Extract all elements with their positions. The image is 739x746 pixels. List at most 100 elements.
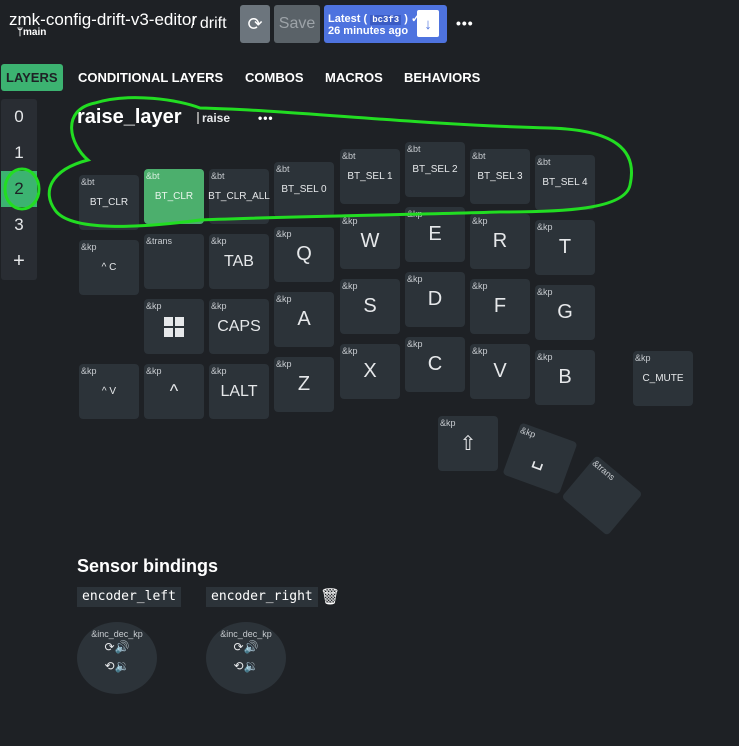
add-layer-button[interactable]: +	[1, 243, 37, 279]
tab-conditional-layers[interactable]: CONDITIONAL LAYERS	[78, 64, 223, 91]
key-param: CAPS	[217, 317, 261, 335]
key-param: C	[427, 353, 443, 375]
key-16[interactable]: &kp	[144, 299, 204, 354]
key-0[interactable]: &bt BT_CLR	[79, 175, 139, 230]
key-9[interactable]: &trans	[144, 234, 204, 289]
key-26[interactable]: &kp Z	[274, 357, 334, 412]
key-2[interactable]: &bt BT_CLR_ALL	[208, 169, 270, 224]
key-param: ⇧	[459, 433, 477, 455]
latest-build-label: Latest ( bc3f3 ) ✓	[328, 13, 421, 25]
key-14[interactable]: &kp R	[470, 214, 530, 269]
windows-logo-icon	[144, 299, 204, 354]
key-24[interactable]: &kp ^	[144, 364, 204, 419]
tab-combos[interactable]: COMBOS	[245, 64, 304, 91]
key-param: BT_SEL 3	[477, 171, 523, 182]
key-33[interactable]: &kp ␣	[502, 422, 578, 495]
key-param: BT_SEL 4	[542, 177, 588, 188]
branch-label[interactable]: ᛘmain	[17, 27, 46, 38]
key-param: ^ V	[101, 386, 117, 397]
key-18[interactable]: &kp A	[274, 292, 334, 347]
key-20[interactable]: &kp D	[405, 272, 465, 327]
key-param	[561, 455, 642, 536]
key-11[interactable]: &kp Q	[274, 227, 334, 282]
encoder-right-knob[interactable]: &inc_dec_kp ⟳🔊 ⟲🔉	[206, 622, 286, 694]
key-15[interactable]: &kp T	[535, 220, 595, 275]
key-param: ␣	[530, 446, 550, 472]
layer-item-0[interactable]: 0	[1, 99, 37, 135]
key-param: B	[558, 366, 572, 388]
key-8[interactable]: &kp ^ C	[79, 240, 139, 295]
key-param: G	[557, 301, 573, 323]
key-param: W	[360, 230, 380, 252]
layer-item-3[interactable]: 3	[1, 207, 37, 243]
key-17[interactable]: &kp CAPS	[209, 299, 269, 354]
key-6[interactable]: &bt BT_SEL 3	[470, 149, 530, 204]
key-param: F	[493, 295, 507, 317]
rotate-ccw-icon: ⟲🔉	[104, 659, 130, 673]
key-param: BT_SEL 1	[347, 171, 393, 182]
key-param: Z	[297, 373, 311, 395]
key-param: BT_CLR	[89, 197, 129, 208]
layer-menu-icon[interactable]: •••	[258, 111, 274, 125]
commit-hash: bc3f3	[370, 15, 402, 25]
key-3[interactable]: &bt BT_SEL 0	[274, 162, 334, 217]
tab-layers[interactable]: LAYERS	[1, 64, 63, 91]
latest-build-button[interactable]: Latest ( bc3f3 ) ✓ 26 minutes ago ↓	[324, 5, 447, 43]
key-10[interactable]: &kp TAB	[209, 234, 269, 289]
key-5[interactable]: &bt BT_SEL 2	[405, 142, 465, 197]
tab-macros[interactable]: MACROS	[325, 64, 383, 91]
key-23[interactable]: &kp ^ V	[79, 364, 139, 419]
key-param: Q	[296, 243, 312, 265]
encoder-left-knob[interactable]: &inc_dec_kp ⟳🔊 ⟲🔉	[77, 622, 157, 694]
refresh-button[interactable]: ⟳	[240, 5, 270, 43]
key-7[interactable]: &bt BT_SEL 4	[535, 155, 595, 210]
ellipsis-icon[interactable]: •••	[456, 15, 474, 31]
layer-name[interactable]: raise_layer	[77, 106, 182, 129]
key-27[interactable]: &kp X	[340, 344, 400, 399]
tab-behaviors[interactable]: BEHAVIORS	[404, 64, 480, 91]
key-13[interactable]: &kp E	[405, 207, 465, 262]
key-34[interactable]: &trans	[561, 455, 643, 536]
key-21[interactable]: &kp F	[470, 279, 530, 334]
key-22[interactable]: &kp G	[535, 285, 595, 340]
key-31[interactable]: &kp C_MUTE	[633, 351, 693, 406]
key-param: BT_CLR	[154, 191, 194, 202]
trash-icon[interactable]: 🗑	[320, 587, 340, 607]
key-12[interactable]: &kp W	[340, 214, 400, 269]
key-param: ^	[169, 381, 179, 401]
layer-label[interactable]: raise	[197, 111, 230, 125]
download-icon[interactable]: ↓	[417, 10, 439, 37]
rotate-ccw-icon: ⟲🔉	[233, 659, 259, 673]
latest-build-time: 26 minutes ago	[328, 25, 409, 37]
key-param: TAB	[224, 252, 254, 270]
key-32[interactable]: &kp ⇧	[438, 416, 498, 471]
keyboard-name: / drift	[191, 15, 227, 32]
key-param: R	[492, 230, 508, 252]
key-25[interactable]: &kp LALT	[209, 364, 269, 419]
encoder-right-binding: &inc_dec_kp	[220, 629, 272, 639]
key-19[interactable]: &kp S	[340, 279, 400, 334]
key-param: V	[493, 360, 507, 382]
key-29[interactable]: &kp V	[470, 344, 530, 399]
key-param: C_MUTE	[642, 373, 684, 384]
key-param: S	[363, 295, 377, 317]
key-4[interactable]: &bt BT_SEL 1	[340, 149, 400, 204]
rotate-cw-icon: ⟳🔊	[233, 640, 259, 654]
key-param: D	[427, 288, 443, 310]
key-28[interactable]: &kp C	[405, 337, 465, 392]
sensor-bindings-title: Sensor bindings	[77, 556, 219, 576]
key-30[interactable]: &kp B	[535, 350, 595, 405]
rotate-cw-icon: ⟳🔊	[104, 640, 130, 654]
save-button[interactable]: Save	[274, 5, 320, 43]
encoder-right-label: encoder_right	[206, 587, 318, 607]
key-param: LALT	[220, 382, 258, 400]
layer-item-2[interactable]: 2	[1, 171, 37, 207]
key-param: T	[558, 236, 572, 258]
layer-item-1[interactable]: 1	[1, 135, 37, 171]
key-param: BT_CLR_ALL	[208, 191, 270, 202]
key-param: E	[428, 223, 442, 245]
key-1[interactable]: &bt BT_CLR	[144, 169, 204, 224]
encoder-left-label: encoder_left	[77, 587, 181, 607]
refresh-icon: ⟳	[247, 13, 263, 34]
key-param: BT_SEL 2	[412, 164, 458, 175]
